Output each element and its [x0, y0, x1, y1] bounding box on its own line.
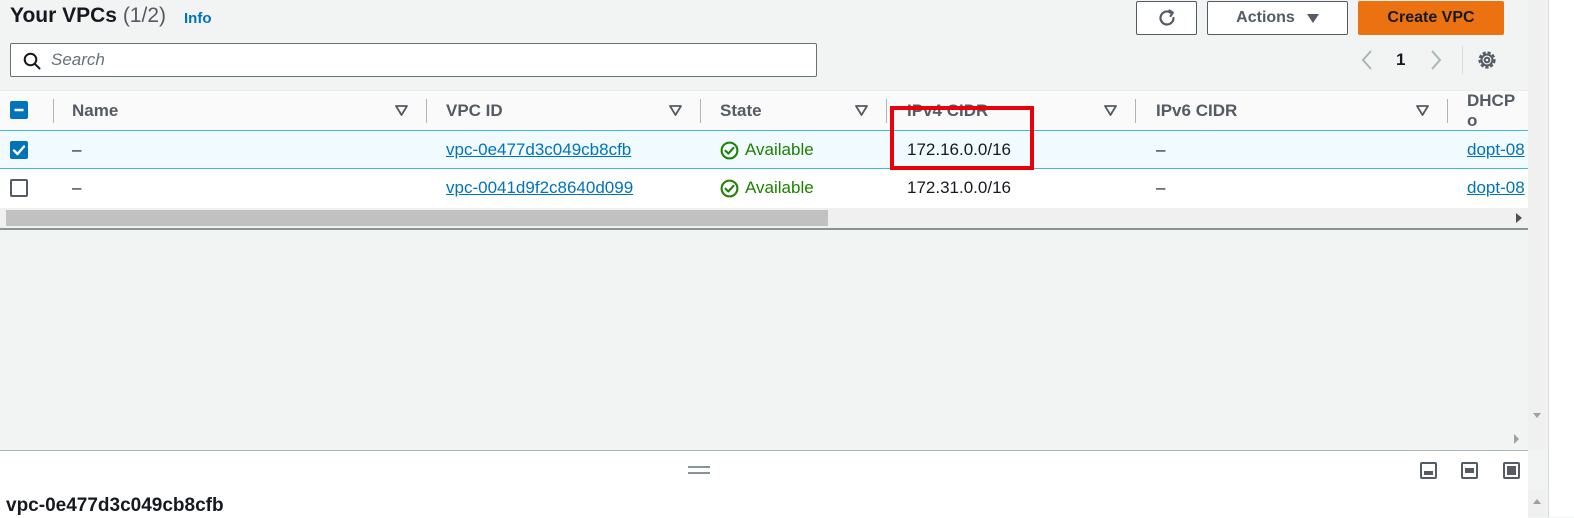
drag-handle-icon[interactable] — [688, 466, 710, 474]
search-icon — [23, 52, 41, 70]
sort-icon[interactable] — [395, 105, 408, 116]
cell-name: – — [72, 140, 82, 159]
scroll-up-arrow-icon[interactable] — [1533, 499, 1541, 504]
sort-icon[interactable] — [669, 105, 682, 116]
column-header-dhcp[interactable]: DHCP o — [1467, 91, 1528, 130]
column-divider — [426, 99, 427, 123]
pager-divider — [1462, 46, 1463, 74]
sort-icon[interactable] — [855, 105, 868, 116]
row-checkbox[interactable] — [10, 141, 28, 159]
cell-ipv4-cidr: 172.31.0.0/16 — [907, 178, 1011, 197]
vpc-id-link[interactable]: vpc-0041d9f2c8640d099 — [446, 169, 633, 207]
sort-icon[interactable] — [1416, 105, 1429, 116]
row-checkbox[interactable] — [10, 179, 28, 197]
cell-ipv6-cidr: – — [1156, 178, 1166, 197]
chevron-left-icon[interactable] — [1359, 48, 1375, 72]
page-vertical-scrollbar[interactable] — [1528, 0, 1546, 450]
indeterminate-icon — [14, 108, 24, 112]
table-horizontal-scrollbar[interactable] — [0, 208, 1528, 228]
page-title: Your VPCs (1/2) — [10, 4, 166, 28]
refresh-icon — [1158, 9, 1175, 26]
settings-icon[interactable] — [1476, 49, 1498, 71]
column-header-vpc-id[interactable]: VPC ID — [446, 91, 503, 130]
scroll-right-arrow-icon[interactable] — [1516, 213, 1522, 223]
vpc-id-link[interactable]: vpc-0e477d3c049cb8cfb — [446, 131, 631, 169]
column-header-name[interactable]: Name — [72, 91, 118, 130]
cell-state: Available — [720, 169, 814, 207]
status-available-icon — [720, 179, 739, 197]
scrollbar-thumb[interactable] — [6, 210, 828, 226]
page-number[interactable]: 1 — [1396, 50, 1405, 70]
column-header-ipv6-cidr[interactable]: IPv6 CIDR — [1156, 91, 1237, 130]
table-header: Name VPC ID State IPv4 CIDR IPv6 CIDR DH… — [0, 91, 1528, 131]
status-available-icon — [720, 141, 739, 159]
caret-down-icon — [1306, 13, 1319, 23]
create-vpc-button[interactable]: Create VPC — [1358, 1, 1504, 35]
chevron-right-icon[interactable] — [1428, 48, 1444, 72]
refresh-button[interactable] — [1136, 1, 1197, 35]
search-box — [10, 43, 817, 77]
scroll-down-arrow-icon[interactable] — [1533, 413, 1541, 418]
scroll-right-arrow-icon[interactable] — [1514, 434, 1519, 444]
state-label: Available — [745, 140, 814, 159]
table-bottom-border — [0, 228, 1528, 230]
column-divider — [700, 99, 701, 123]
state-label: Available — [745, 178, 814, 197]
column-divider — [886, 99, 887, 123]
column-header-state[interactable]: State — [720, 91, 762, 130]
sort-icon[interactable] — [1104, 105, 1117, 116]
column-divider — [1447, 99, 1448, 123]
search-input[interactable] — [49, 49, 816, 71]
panel-bottom-icon[interactable] — [1420, 462, 1437, 479]
table-row[interactable]: – vpc-0e477d3c049cb8cfb Available 172.16… — [0, 130, 1528, 169]
split-panel — [0, 450, 1528, 518]
actions-label: Actions — [1236, 9, 1295, 26]
select-all-checkbox[interactable] — [10, 101, 28, 119]
checkmark-icon — [12, 145, 26, 156]
split-panel-title: vpc-0e477d3c049cb8cfb — [6, 495, 224, 516]
table-row[interactable]: – vpc-0041d9f2c8640d099 Available 172.31… — [0, 169, 1528, 209]
side-tools-panel — [1548, 0, 1574, 517]
dhcp-options-link[interactable]: dopt-08 — [1467, 169, 1525, 207]
info-link[interactable]: Info — [184, 10, 212, 27]
cell-name: – — [72, 178, 82, 197]
actions-dropdown[interactable]: Actions — [1207, 1, 1348, 35]
selection-count: (1/2) — [122, 4, 166, 27]
split-vertical-scrollbar[interactable] — [1528, 490, 1546, 517]
dhcp-options-link[interactable]: dopt-08 — [1467, 131, 1525, 169]
cell-ipv6-cidr: – — [1156, 140, 1166, 159]
highlight-box — [890, 106, 1034, 170]
cell-state: Available — [720, 131, 814, 169]
panel-full-icon[interactable] — [1503, 462, 1520, 479]
panel-side-icon[interactable] — [1461, 462, 1478, 479]
page-title-text: Your VPCs — [10, 4, 117, 27]
column-divider — [53, 99, 54, 123]
column-divider — [1135, 99, 1136, 123]
